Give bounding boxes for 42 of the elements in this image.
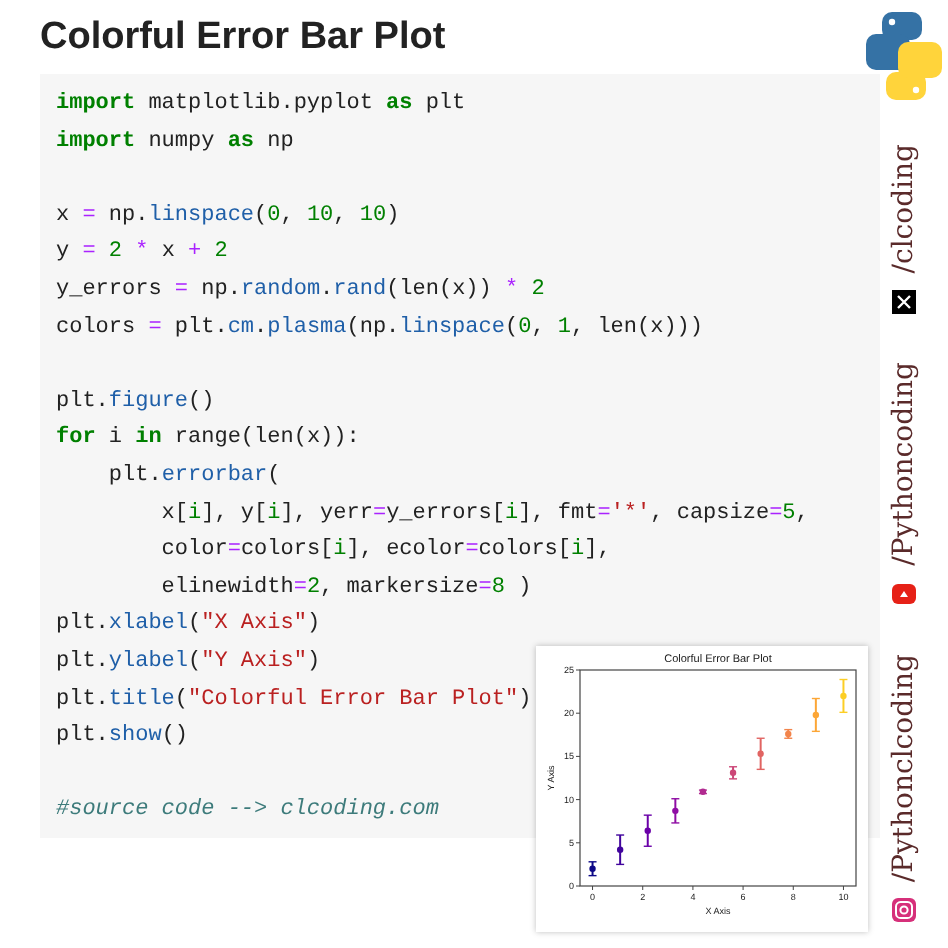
point bbox=[672, 807, 679, 815]
code-line: plt.errorbar( bbox=[106, 461, 281, 492]
code-line: plt.ylabel("Y Axis") bbox=[56, 647, 321, 678]
code-line: plt.title("Colorful Error Bar Plot") bbox=[56, 685, 532, 715]
code-line: x = np.linspace(0, 10, 10) bbox=[56, 201, 400, 232]
error-bar-point bbox=[755, 737, 766, 771]
point bbox=[616, 846, 624, 853]
x-logo-icon bbox=[892, 289, 916, 314]
code-line: for i in range(len(x)): bbox=[56, 423, 360, 455]
point bbox=[589, 865, 596, 872]
camera-icon bbox=[892, 897, 916, 922]
point bbox=[644, 827, 651, 834]
error-bar-point bbox=[811, 697, 821, 733]
code-line: y_errors = np.random.rand(len(x)) * 2 bbox=[56, 275, 545, 306]
play-button-icon bbox=[892, 581, 916, 606]
snake-logo-icon bbox=[866, 12, 942, 100]
error-bar-point bbox=[643, 814, 653, 848]
code-line: plt.figure() bbox=[56, 387, 215, 418]
code-line: import numpy as np bbox=[56, 127, 294, 158]
error-bar-point bbox=[728, 765, 738, 780]
point bbox=[812, 711, 820, 719]
social-handle: /Pythoncoding bbox=[885, 361, 921, 566]
point bbox=[757, 750, 764, 758]
social-handle: /Pythonclcoding bbox=[885, 653, 921, 882]
error-bar-point bbox=[615, 834, 625, 866]
code-line: elinewidth=2, markersize=8 ) bbox=[159, 573, 532, 604]
page-title: Colorful Error Bar Plot bbox=[40, 14, 448, 62]
point bbox=[840, 692, 847, 700]
error-bar-point bbox=[838, 678, 849, 714]
error-bar-point bbox=[670, 797, 681, 824]
social-handle: /clcoding bbox=[885, 144, 921, 274]
code-line: y = 2 * x + 2 bbox=[56, 238, 228, 269]
code-line: #source code --> clcoding.com bbox=[56, 796, 439, 827]
error-bar-point bbox=[783, 728, 793, 740]
code-line: plt.xlabel("X Axis") bbox=[56, 610, 321, 641]
code-line: plt.show() bbox=[56, 722, 189, 753]
error-bar-point bbox=[587, 860, 598, 877]
code-line: x[i], y[i], yerr=y_errors[i], fmt='*', capsize=5, bbox=[159, 499, 809, 530]
error-bar-point bbox=[698, 788, 708, 795]
code-line: colors = plt.cm.plasma(np.linspace(0, 1, len(x))) bbox=[56, 313, 704, 344]
code-line: color=colors[i], ecolor=colors[i], bbox=[159, 536, 611, 567]
code-line: import matplotlib.pyplot as plt bbox=[56, 90, 466, 120]
